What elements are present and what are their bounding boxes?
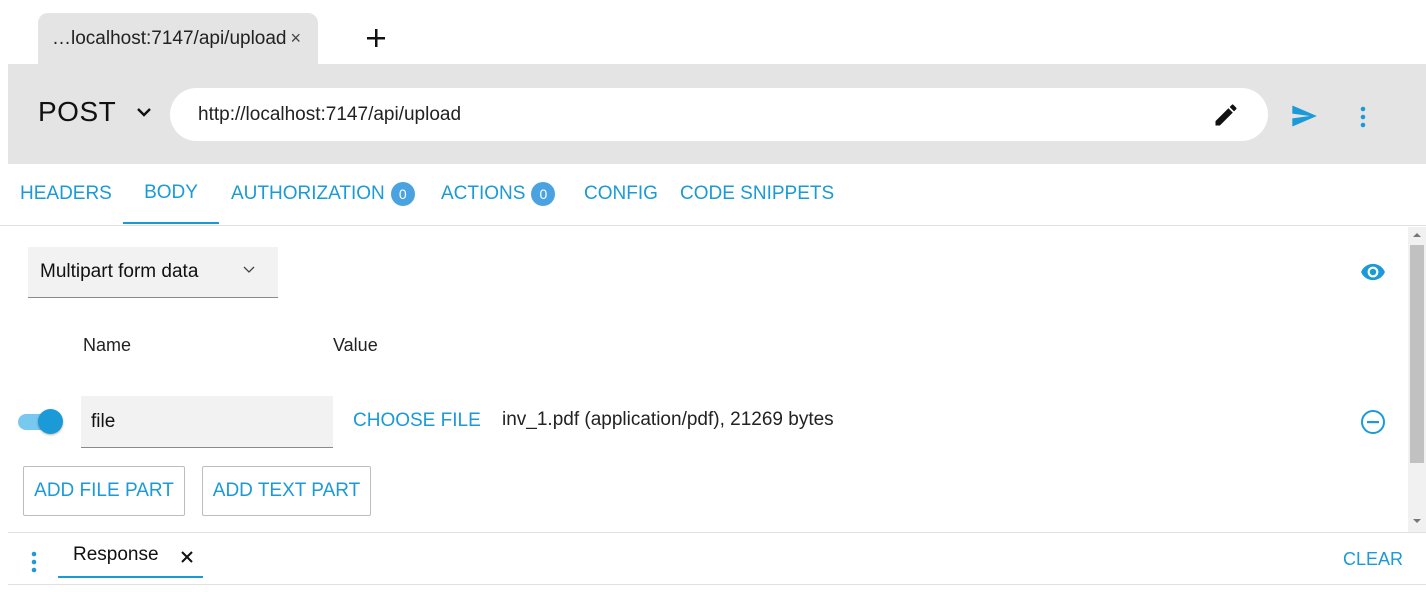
part-name-input[interactable]: file [81, 396, 333, 448]
body-type-value: Multipart form data [40, 261, 199, 282]
add-file-part-label: ADD FILE PART [34, 480, 174, 501]
choose-file-button[interactable]: CHOOSE FILE [353, 410, 481, 432]
plus-icon[interactable] [362, 22, 390, 54]
scroll-up-arrow-icon[interactable] [1413, 231, 1421, 239]
chevron-down-icon[interactable] [134, 102, 154, 122]
request-tabs: HEADERS BODY AUTHORIZATION 0 ACTIONS 0 C… [0, 164, 1426, 226]
close-icon[interactable] [180, 550, 194, 564]
tab-actions-label: ACTIONS [441, 183, 526, 204]
actions-count-badge: 0 [531, 182, 556, 206]
tab-config[interactable]: CONFIG [584, 164, 658, 224]
pencil-icon[interactable] [1212, 101, 1240, 129]
clear-button[interactable]: CLEAR [1343, 549, 1403, 570]
column-header-value: Value [333, 335, 378, 355]
request-bar: POST http://localhost:7147/api/upload [8, 64, 1426, 164]
tab-body-label: BODY [144, 182, 198, 203]
column-header-name: Name [83, 335, 132, 355]
body-panel: Multipart form data Name Value file CHOO… [0, 227, 1408, 532]
more-vertical-icon[interactable] [1354, 104, 1372, 130]
request-tab-title: …localhost:7147/api/upload [52, 27, 287, 49]
send-icon[interactable] [1289, 102, 1319, 130]
add-text-part-button[interactable]: ADD TEXT PART [202, 466, 371, 516]
tab-authorization-label: AUTHORIZATION [231, 183, 385, 204]
tab-code-snippets[interactable]: CODE SNIPPETS [680, 164, 834, 224]
scroll-down-arrow-icon[interactable] [1413, 517, 1421, 525]
tab-config-label: CONFIG [584, 183, 658, 204]
remove-circle-icon[interactable] [1360, 409, 1386, 435]
scrollbar-thumb[interactable] [1410, 245, 1424, 463]
eye-icon[interactable] [1358, 259, 1388, 285]
file-info: inv_1.pdf (application/pdf), 21269 bytes [502, 409, 834, 430]
add-file-part-button[interactable]: ADD FILE PART [23, 466, 185, 516]
tab-strip: …localhost:7147/api/upload × [0, 0, 1426, 64]
more-vertical-icon[interactable] [25, 549, 43, 575]
add-text-part-label: ADD TEXT PART [212, 480, 361, 501]
part-name-value: file [91, 410, 116, 432]
part-enabled-toggle[interactable] [18, 409, 64, 434]
tab-headers[interactable]: HEADERS [20, 164, 112, 224]
tab-code-snippets-label: CODE SNIPPETS [680, 183, 835, 204]
tab-actions[interactable]: ACTIONS 0 [441, 164, 556, 224]
close-tab-icon[interactable]: × [291, 28, 302, 49]
tab-body[interactable]: BODY [123, 164, 219, 224]
method-select[interactable]: POST [38, 96, 116, 128]
vertical-scrollbar[interactable] [1408, 227, 1426, 532]
response-tab-label: Response [73, 543, 159, 565]
body-type-select[interactable]: Multipart form data [28, 247, 278, 298]
toggle-knob [38, 409, 63, 434]
tab-headers-label: HEADERS [20, 183, 112, 204]
response-bar: Response CLEAR [8, 532, 1426, 585]
chevron-down-icon [243, 266, 255, 273]
authorization-count-badge: 0 [390, 182, 415, 206]
request-tab[interactable]: …localhost:7147/api/upload × [38, 13, 318, 64]
tab-authorization[interactable]: AUTHORIZATION 0 [231, 164, 415, 224]
url-input[interactable]: http://localhost:7147/api/upload [170, 88, 1268, 141]
url-text[interactable]: http://localhost:7147/api/upload [198, 104, 461, 126]
